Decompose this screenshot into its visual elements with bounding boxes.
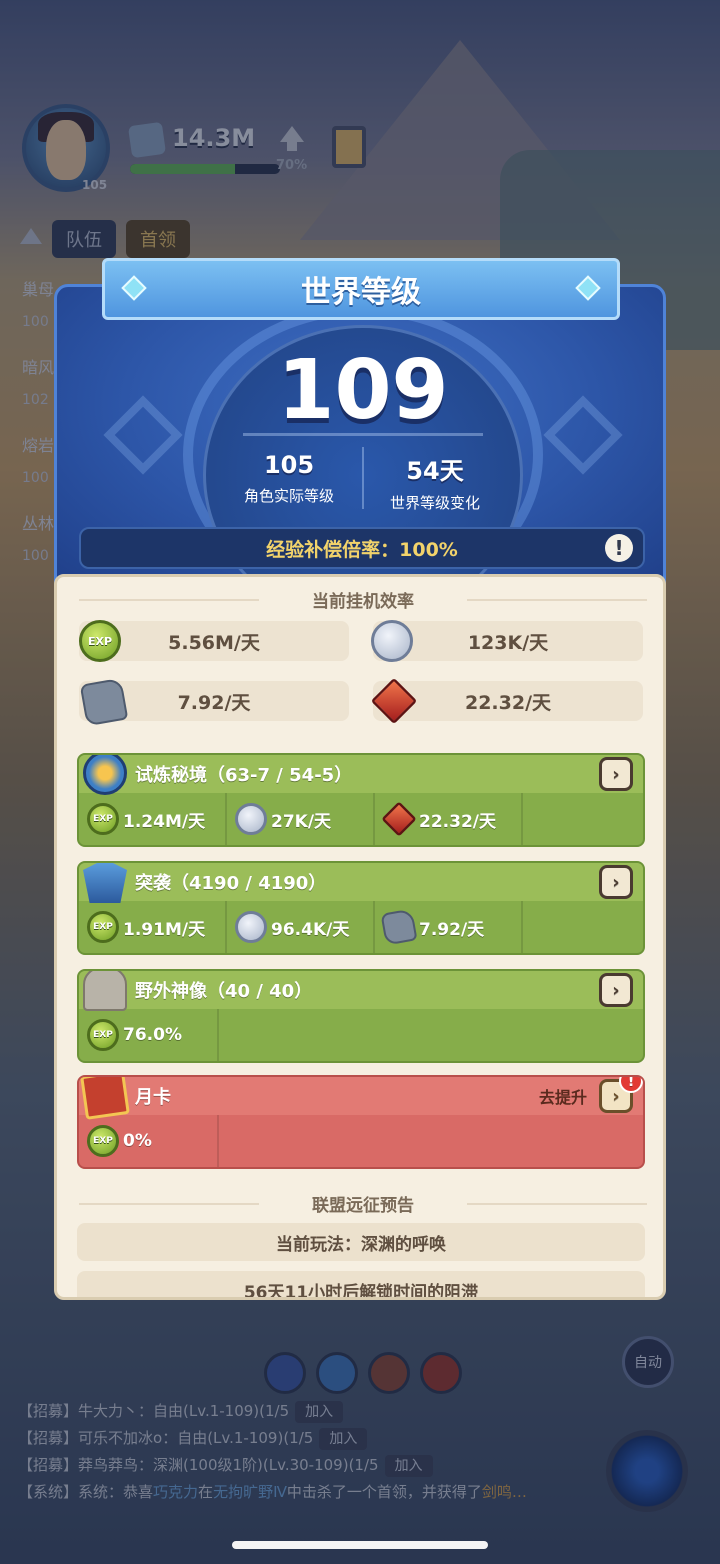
reward-cell: EXP 1.24M/天 xyxy=(79,793,227,845)
diamond-gem-icon xyxy=(575,275,601,301)
monthly-card-panel: 月卡 去提升 › ! EXP 0% xyxy=(77,1075,645,1169)
panel-title: 月卡 xyxy=(135,1087,171,1108)
reward-value: 1.24M/天 xyxy=(123,811,206,832)
panel-row: EXP 1.91M/天 96.4K/天 7.92/天 xyxy=(79,901,643,953)
trial-realm-panel: 试炼秘境（63-7 / 54-5） › EXP 1.24M/天 27K/天 22.… xyxy=(77,753,645,847)
reward-value: 22.32/天 xyxy=(419,811,496,832)
panel-header: 野外神像（40 / 40） › xyxy=(79,971,643,1011)
divider xyxy=(243,433,483,436)
alliance-expedition-title: 联盟远征预告 xyxy=(57,1191,663,1216)
rate-value: 123K/天 xyxy=(467,631,549,654)
stat-value: 105 xyxy=(263,451,315,479)
world-level-number: 109 xyxy=(277,343,449,438)
silver-coin-icon xyxy=(235,911,267,943)
reward-value: 1.91M/天 xyxy=(123,919,206,940)
reward-value: 7.92/天 xyxy=(419,919,485,940)
reward-value: 96.4K/天 xyxy=(271,919,350,940)
stone-icon xyxy=(380,908,418,946)
alliance-next-mode: 56天11小时后解锁时间的阻滞 xyxy=(77,1271,645,1297)
reward-cell: 22.32/天 xyxy=(375,793,523,845)
reward-cell: 27K/天 xyxy=(227,793,375,845)
trial-realm-icon xyxy=(83,755,127,795)
alert-badge: ! xyxy=(619,1077,643,1093)
panel-header: 试炼秘境（63-7 / 54-5） › xyxy=(79,755,643,795)
world-level-modal: 109 105 角色实际等级 54天 世界等级变化 经验补偿倍率：100% ! … xyxy=(54,258,666,1300)
stat-label: 角色实际等级 xyxy=(243,487,334,505)
silver-coin-icon xyxy=(235,803,267,835)
exp-compensation-rate: 经验补偿倍率：100% ! xyxy=(79,527,645,569)
reward-value: 0% xyxy=(123,1131,152,1151)
rate-value: 22.32/天 xyxy=(464,691,552,714)
modal-title: 世界等级 xyxy=(301,275,421,310)
stone-icon xyxy=(79,677,129,727)
reward-cell: EXP 76.0% xyxy=(79,1009,219,1061)
raid-badge-icon xyxy=(83,863,127,903)
monthly-card-icon xyxy=(80,1077,130,1120)
alliance-current-mode: 当前玩法：深渊的呼唤 xyxy=(77,1223,645,1261)
chevron-right-icon[interactable]: › xyxy=(599,757,633,791)
statue-icon xyxy=(83,971,127,1011)
actual-level-stat: 105 角色实际等级 xyxy=(209,451,369,506)
panel-row: EXP 76.0% xyxy=(79,1009,643,1061)
panel-row: EXP 1.24M/天 27K/天 22.32/天 xyxy=(79,793,643,845)
level-change-stat: 54天 世界等级变化 xyxy=(355,451,515,513)
reward-cell: 96.4K/天 xyxy=(227,901,375,953)
exp-rate-text: 经验补偿倍率：100% xyxy=(266,538,458,561)
raid-panel: 突袭（4190 / 4190） › EXP 1.91M/天 96.4K/天 7.9… xyxy=(77,861,645,955)
chevron-right-icon[interactable]: › xyxy=(599,865,633,899)
modal-header: 109 105 角色实际等级 54天 世界等级变化 经验补偿倍率：100% ! xyxy=(54,284,666,584)
panel-header: 突袭（4190 / 4190） › xyxy=(79,863,643,903)
modal-body[interactable]: 当前挂机效率 5.56M/天 EXP 123K/天 7.92/天 22.32/天… xyxy=(54,574,666,1300)
diamond-gem-icon xyxy=(121,275,147,301)
info-icon[interactable]: ! xyxy=(605,534,633,562)
rate-value: 7.92/天 xyxy=(177,691,251,714)
chevron-right-icon[interactable]: › xyxy=(599,973,633,1007)
panel-title: 突袭（4190 / 4190） xyxy=(135,873,327,894)
panel-row: EXP 0% xyxy=(79,1115,643,1167)
panel-title: 野外神像（40 / 40） xyxy=(135,981,313,1002)
reward-value: 76.0% xyxy=(123,1025,182,1045)
silver-coin-icon xyxy=(371,620,413,662)
reward-cell: EXP 1.91M/天 xyxy=(79,901,227,953)
red-crystal-icon xyxy=(381,801,417,837)
modal-title-banner: 世界等级 xyxy=(102,258,620,320)
exp-icon: EXP xyxy=(87,911,119,943)
wild-statue-panel: 野外神像（40 / 40） › EXP 76.0% xyxy=(77,969,645,1063)
exp-icon: EXP xyxy=(87,803,119,835)
exp-icon: EXP xyxy=(87,1019,119,1051)
idle-rate-silver: 123K/天 xyxy=(373,621,643,661)
panel-title: 试炼秘境（63-7 / 54-5） xyxy=(135,765,353,786)
stat-label: 世界等级变化 xyxy=(389,494,480,512)
reward-cell: EXP 0% xyxy=(79,1115,219,1167)
rate-value: 5.56M/天 xyxy=(168,631,260,654)
stat-value: 54天 xyxy=(406,457,464,485)
panel-header: 月卡 去提升 › ! xyxy=(79,1077,643,1120)
exp-icon: EXP xyxy=(79,620,121,662)
home-indicator[interactable] xyxy=(232,1541,488,1549)
go-upgrade-link[interactable]: 去提升 xyxy=(539,1084,587,1108)
reward-value: 27K/天 xyxy=(271,811,332,832)
idle-efficiency-title: 当前挂机效率 xyxy=(57,587,663,612)
exp-icon: EXP xyxy=(87,1125,119,1157)
reward-cell: 7.92/天 xyxy=(375,901,523,953)
